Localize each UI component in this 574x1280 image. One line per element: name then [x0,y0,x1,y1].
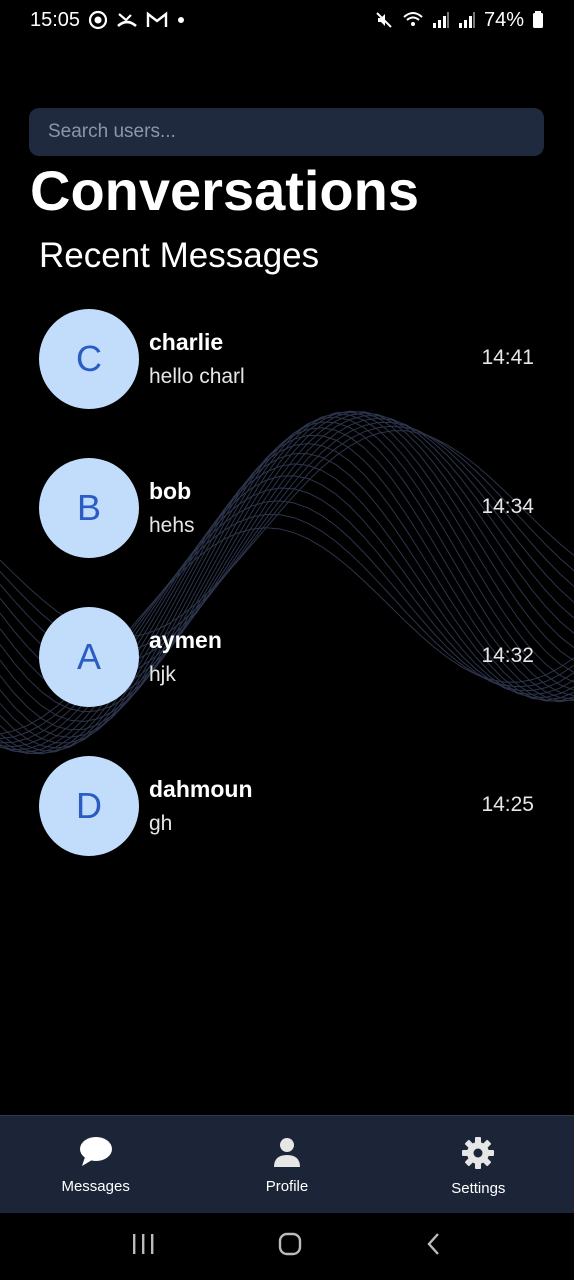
tab-label: Settings [451,1180,506,1197]
contact-name: dahmoun [149,776,253,802]
message-preview: gh [149,812,173,835]
tab-settings[interactable]: Settings [383,1116,574,1214]
conversation-item[interactable]: A aymen hjk 14:32 [0,607,574,756]
avatar: C [39,309,139,409]
whatsapp-icon [88,10,108,30]
clock: 15:05 [30,8,81,31]
conversation-list: C charlie hello charl 14:41 B bob hehs 1… [0,309,574,905]
missed-call-icon [116,10,138,30]
recent-apps-button[interactable] [130,1232,156,1261]
message-time: 14:41 [481,346,534,369]
message-preview: hjk [149,663,176,686]
chat-bubble-icon [78,1136,114,1178]
page-title: Conversations [30,159,419,222]
contact-name: charlie [149,329,224,355]
tab-messages[interactable]: Messages [0,1116,191,1214]
back-button[interactable] [424,1231,444,1262]
avatar: A [39,607,139,707]
mute-icon [374,10,394,30]
tab-profile[interactable]: Profile [191,1116,382,1214]
status-bar: 15:05 74% [0,0,574,40]
tab-label: Profile [265,1178,309,1195]
signal-icon [432,11,450,29]
avatar: D [39,756,139,856]
message-time: 14:25 [481,793,534,816]
message-preview: hello charl [149,365,245,388]
section-subtitle: Recent Messages [39,236,320,275]
battery-percent: 74% [483,8,524,31]
search-input[interactable] [29,108,544,156]
conversation-item[interactable]: D dahmoun gh 14:25 [0,756,574,905]
message-preview: hehs [149,514,195,537]
contact-name: aymen [149,627,222,653]
message-time: 14:32 [481,644,534,667]
conversation-item[interactable]: C charlie hello charl 14:41 [0,309,574,458]
avatar: B [39,458,139,558]
conversation-item[interactable]: B bob hehs 14:34 [0,458,574,607]
home-button[interactable] [277,1231,303,1262]
signal-icon [458,11,476,29]
tab-label: Messages [61,1178,130,1195]
person-icon [271,1136,303,1178]
battery-icon [532,11,544,29]
dot-icon [176,15,186,25]
system-navigation-bar [0,1213,574,1280]
bottom-tab-bar: Messages Profile Settings [0,1115,574,1214]
message-time: 14:34 [481,495,534,518]
gmail-icon [146,11,168,29]
gear-icon [461,1136,495,1180]
wifi-icon [402,10,424,30]
contact-name: bob [149,478,192,504]
